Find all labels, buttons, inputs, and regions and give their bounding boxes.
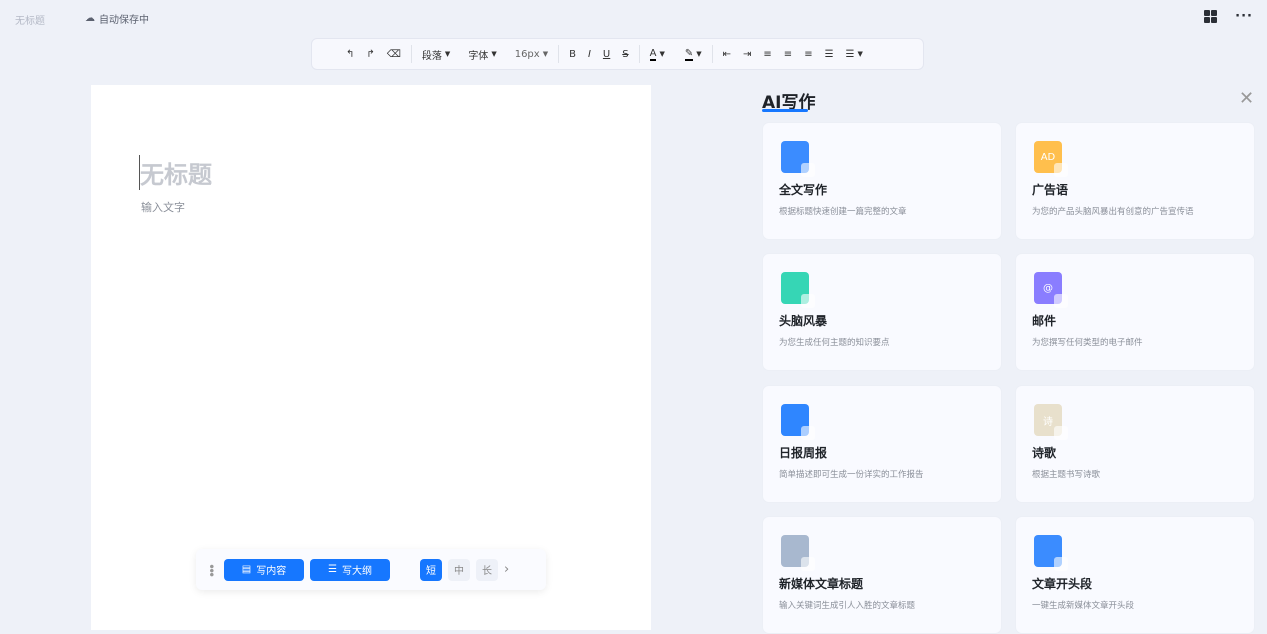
- ai-card[interactable]: 新媒体文章标题 输入关键词生成引人入胜的文章标题: [762, 516, 1002, 634]
- indent-icon[interactable]: ⇥: [737, 49, 757, 60]
- list-icon: ☰: [328, 564, 337, 575]
- card-title: 全文写作: [779, 183, 828, 197]
- highlighter-icon: ✎: [684, 47, 694, 61]
- italic-button[interactable]: I: [582, 49, 597, 60]
- length-long[interactable]: 长: [476, 558, 498, 581]
- card-title: 诗歌: [1032, 446, 1057, 460]
- ai-card[interactable]: @ 邮件 为您撰写任何类型的电子邮件: [1015, 253, 1255, 371]
- poem-icon: 诗: [1034, 404, 1068, 440]
- card-title: 头脑风暴: [779, 314, 828, 328]
- ai-card[interactable]: 日报周报 简单描述即可生成一份详实的工作报告: [762, 385, 1002, 503]
- card-description: 简单描述即可生成一份详实的工作报告: [779, 470, 924, 480]
- ad-icon: AD: [1034, 141, 1068, 177]
- ai-card[interactable]: 文章开头段 一键生成新媒体文章开头段: [1015, 516, 1255, 634]
- doc-title-label: 无标题: [15, 16, 45, 27]
- chevron-right-icon[interactable]: ›: [504, 562, 509, 577]
- font-select[interactable]: 字体 ▼: [462, 47, 502, 62]
- more-icon[interactable]: ···: [1235, 10, 1253, 23]
- ai-quick-bar: ••• ▤ 写内容 ☰ 写大纲 短 中 长 ›: [196, 549, 546, 590]
- length-medium[interactable]: 中: [448, 558, 470, 581]
- card-title: 广告语: [1032, 183, 1069, 197]
- align-right-icon[interactable]: ≡: [798, 49, 818, 60]
- ai-card[interactable]: 诗 诗歌 根据主题书写诗歌: [1015, 385, 1255, 503]
- apps-grid-icon[interactable]: [1204, 10, 1218, 23]
- title-input[interactable]: 无标题: [139, 155, 212, 190]
- clear-format-icon[interactable]: ⌫: [381, 49, 407, 60]
- font-color-button[interactable]: A ▼: [644, 48, 671, 61]
- article-opening-icon: [1034, 535, 1068, 571]
- bold-button[interactable]: B: [563, 49, 582, 60]
- align-left-icon[interactable]: ≡: [757, 49, 777, 60]
- justify-icon[interactable]: ☰: [819, 49, 840, 60]
- length-short[interactable]: 短: [420, 558, 442, 581]
- outdent-icon[interactable]: ⇤: [717, 49, 737, 60]
- write-outline-button[interactable]: ☰ 写大纲: [310, 558, 390, 581]
- highlight-button[interactable]: ✎ ▼: [679, 48, 708, 61]
- document-edit-icon: [781, 141, 815, 177]
- ai-card[interactable]: 头脑风暴 为您生成任何主题的知识要点: [762, 253, 1002, 371]
- mail-icon: @: [1034, 272, 1068, 308]
- cloud-icon: ☁: [85, 13, 95, 24]
- card-description: 为您撰写任何类型的电子邮件: [1032, 338, 1143, 348]
- document-icon: ▤: [241, 564, 252, 575]
- card-description: 为您生成任何主题的知识要点: [779, 338, 890, 348]
- card-title: 新媒体文章标题: [779, 577, 864, 591]
- card-description: 为您的产品头脑风暴出有创意的广告宣传语: [1032, 207, 1194, 217]
- card-description: 输入关键词生成引人入胜的文章标题: [779, 601, 916, 611]
- ai-card[interactable]: 全文写作 根据标题快速创建一篇完整的文章: [762, 122, 1002, 240]
- card-description: 根据主题书写诗歌: [1032, 470, 1101, 480]
- redo-icon[interactable]: ↱: [360, 49, 380, 60]
- card-title: 日报周报: [779, 446, 828, 460]
- media-title-icon: [781, 535, 815, 571]
- card-description: 根据标题快速创建一篇完整的文章: [779, 207, 907, 217]
- autosave-status: ☁ 自动保存中: [85, 13, 149, 26]
- report-icon: [781, 404, 815, 440]
- title-underline: [762, 109, 808, 112]
- align-center-icon[interactable]: ≡: [778, 49, 798, 60]
- font-size-select[interactable]: 16px ▼: [509, 49, 554, 60]
- undo-icon[interactable]: ↰: [340, 49, 360, 60]
- mindmap-icon: [781, 272, 815, 308]
- line-height-icon[interactable]: ☰ ▼: [840, 49, 869, 60]
- paragraph-select[interactable]: 段落 ▼: [416, 47, 456, 62]
- close-icon[interactable]: ✕: [1239, 88, 1254, 109]
- format-toolbar: ↰ ↱ ⌫ 段落 ▼ 字体 ▼ 16px ▼ B I U S A ▼ ✎ ▼ ⇤ ⇥ ≡ …: [311, 38, 924, 70]
- body-input[interactable]: 输入文字: [141, 199, 185, 215]
- strikethrough-button[interactable]: S: [616, 49, 634, 60]
- write-content-button[interactable]: ▤ 写内容: [224, 558, 304, 581]
- card-title: 邮件: [1032, 314, 1057, 328]
- ai-card[interactable]: AD 广告语 为您的产品头脑风暴出有创意的广告宣传语: [1015, 122, 1255, 240]
- drag-handle-icon[interactable]: •••: [204, 563, 224, 575]
- underline-button[interactable]: U: [597, 49, 616, 60]
- card-title: 文章开头段: [1032, 577, 1093, 591]
- card-description: 一键生成新媒体文章开头段: [1032, 601, 1135, 611]
